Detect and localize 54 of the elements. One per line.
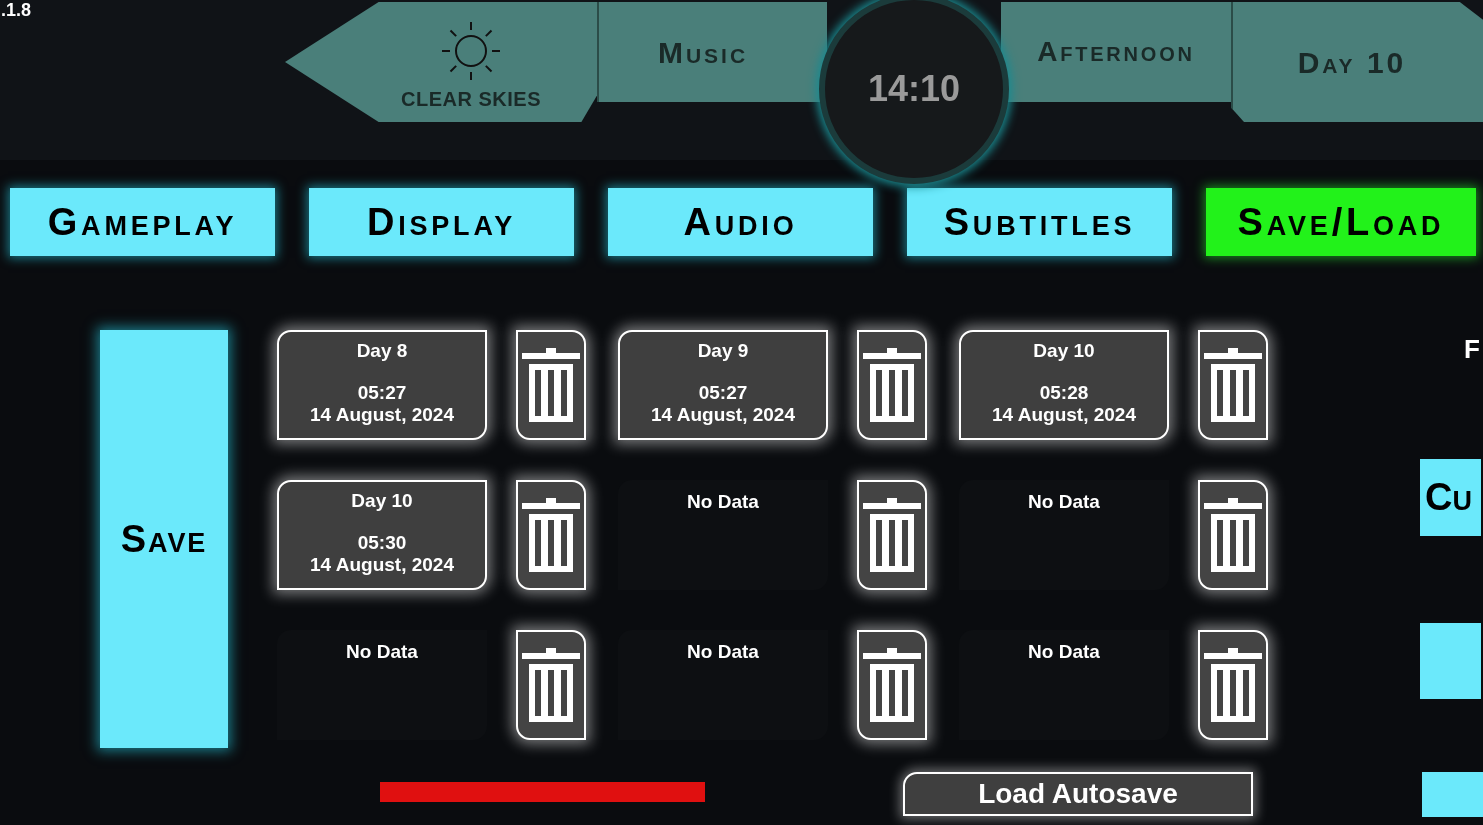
slot-date: 14 August, 2024 [310, 554, 454, 576]
save-slot[interactable]: Day 8 05:27 14 August, 2024 [277, 330, 487, 440]
delete-button[interactable] [857, 330, 927, 440]
slot-day: Day 10 [1033, 340, 1095, 362]
trash-icon [1204, 348, 1262, 422]
empty-slot-label: No Data [687, 640, 759, 664]
save-slot[interactable]: Day 10 05:30 14 August, 2024 [277, 480, 487, 590]
clock-time: 14:10 [867, 67, 961, 111]
delete-button[interactable] [516, 480, 586, 590]
slot-day: Day 8 [356, 340, 408, 362]
trash-icon [1204, 648, 1262, 722]
slot-time: 05:28 [1039, 382, 1089, 404]
period-label: Afternoon [1037, 35, 1195, 69]
trash-icon [863, 348, 921, 422]
delete-button[interactable] [1198, 480, 1268, 590]
trash-icon [1204, 498, 1262, 572]
save-slot[interactable]: Day 10 05:28 14 August, 2024 [959, 330, 1169, 440]
slot-time: 05:27 [357, 382, 407, 404]
slot-date: 14 August, 2024 [992, 404, 1136, 426]
slot-date: 14 August, 2024 [310, 404, 454, 426]
trash-icon [863, 648, 921, 722]
delete-button[interactable] [1198, 330, 1268, 440]
delete-button[interactable] [516, 630, 586, 740]
save-slot[interactable]: Day 9 05:27 14 August, 2024 [618, 330, 828, 440]
trash-icon [522, 348, 580, 422]
empty-slot-label: No Data [687, 490, 759, 514]
settings-tab[interactable]: Audio [608, 188, 873, 256]
day-label: Day 10 [1297, 44, 1407, 81]
weather-label: CLEAR SKIES [401, 87, 541, 112]
trash-icon [522, 498, 580, 572]
slot-day: Day 10 [351, 490, 413, 512]
music-label: Music [657, 34, 749, 71]
version-text: .1.8 [0, 0, 33, 22]
trash-icon [863, 498, 921, 572]
side-heading: F [1464, 333, 1481, 366]
delete-button[interactable] [516, 330, 586, 440]
delete-button[interactable] [1198, 630, 1268, 740]
side-button[interactable]: Cu [1420, 459, 1481, 536]
trash-icon [522, 648, 580, 722]
empty-slot-label: No Data [1028, 490, 1100, 514]
settings-tab[interactable]: Display [309, 188, 574, 256]
empty-slot-label: No Data [346, 640, 418, 664]
save-mode-button[interactable]: Save [100, 330, 228, 748]
load-autosave-button[interactable]: Load Autosave [903, 772, 1253, 816]
delete-button[interactable] [857, 480, 927, 590]
empty-slot-label: No Data [1028, 640, 1100, 664]
settings-tab[interactable]: Gameplay [10, 188, 275, 256]
slot-date: 14 August, 2024 [651, 404, 795, 426]
settings-tab[interactable]: Save/Load [1206, 188, 1476, 256]
slot-time: 05:30 [357, 532, 407, 554]
slot-day: Day 9 [697, 340, 749, 362]
slot-time: 05:27 [698, 382, 748, 404]
settings-tab[interactable]: Subtitles [907, 188, 1172, 256]
delete-button[interactable] [857, 630, 927, 740]
